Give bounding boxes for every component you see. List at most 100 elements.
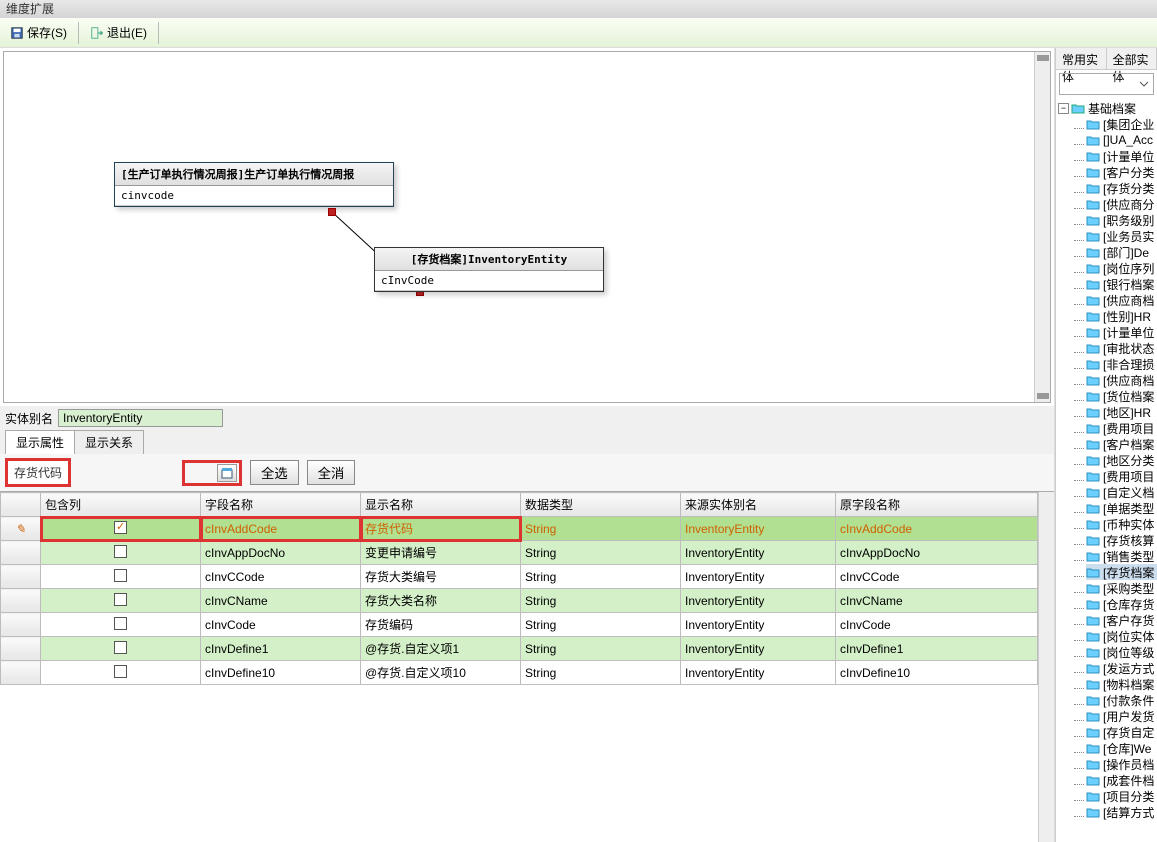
cell-field[interactable]: cInvDefine10 bbox=[201, 661, 361, 685]
save-button[interactable]: 保存(S) bbox=[4, 22, 73, 43]
cell-display[interactable]: @存货.自定义项1 bbox=[361, 637, 521, 661]
tree-item[interactable]: [自定义档 bbox=[1086, 484, 1157, 500]
cell-display[interactable]: 存货大类编号 bbox=[361, 565, 521, 589]
col-displayname[interactable]: 显示名称 bbox=[361, 493, 521, 517]
tree-item[interactable]: [岗位等级 bbox=[1086, 644, 1157, 660]
tree-item[interactable]: [客户分类 bbox=[1086, 164, 1157, 180]
tree-item[interactable]: [非合理损 bbox=[1086, 356, 1157, 372]
tree-item[interactable]: [岗位序列 bbox=[1086, 260, 1157, 276]
tree-item[interactable]: [发运方式 bbox=[1086, 660, 1157, 676]
tree-item[interactable]: [性别]HR bbox=[1086, 308, 1157, 324]
tree-item[interactable]: [仓库]We bbox=[1086, 740, 1157, 756]
tree-item[interactable]: [地区]HR bbox=[1086, 404, 1157, 420]
cell-field[interactable]: cInvAppDocNo bbox=[201, 541, 361, 565]
tab-attributes[interactable]: 显示属性 bbox=[5, 430, 75, 454]
canvas-scrollbar[interactable] bbox=[1034, 52, 1050, 402]
table-row[interactable]: cInvAppDocNo 变更申请编号 String InventoryEnti… bbox=[1, 541, 1038, 565]
col-datatype[interactable]: 数据类型 bbox=[521, 493, 681, 517]
tree-item[interactable]: [部门]De bbox=[1086, 244, 1157, 260]
entity-box-inventory[interactable]: [存货档案]InventoryEntity cInvCode bbox=[374, 247, 604, 292]
entity-search[interactable] bbox=[1059, 73, 1154, 95]
tree-item[interactable]: [客户存货 bbox=[1086, 612, 1157, 628]
tree-item[interactable]: [结算方式 bbox=[1086, 804, 1157, 820]
tree-item[interactable]: [币种实体 bbox=[1086, 516, 1157, 532]
tree-item[interactable]: [集团企业 bbox=[1086, 116, 1157, 132]
cell-source: InventoryEntity bbox=[681, 637, 836, 661]
cell-display[interactable]: 变更申请编号 bbox=[361, 541, 521, 565]
tree-root[interactable]: − 基础档案 bbox=[1058, 100, 1157, 116]
tree-item[interactable]: [计量单位 bbox=[1086, 324, 1157, 340]
collapse-icon[interactable]: − bbox=[1058, 103, 1069, 114]
tab-common-entities[interactable]: 常用实体 bbox=[1056, 48, 1107, 69]
select-none-button[interactable]: 全消 bbox=[307, 460, 356, 485]
grid-scrollbar[interactable] bbox=[1038, 492, 1054, 842]
tree-item[interactable]: [岗位实体 bbox=[1086, 628, 1157, 644]
cell-display[interactable]: 存货大类名称 bbox=[361, 589, 521, 613]
tree-item[interactable]: [仓库存货 bbox=[1086, 596, 1157, 612]
cell-field[interactable]: cInvCCode bbox=[201, 565, 361, 589]
cell-display[interactable]: 存货代码 bbox=[361, 517, 521, 541]
tree-item[interactable]: [存货自定 bbox=[1086, 724, 1157, 740]
table-row[interactable]: cInvCode 存货编码 String InventoryEntity cIn… bbox=[1, 613, 1038, 637]
col-original[interactable]: 原字段名称 bbox=[836, 493, 1038, 517]
exit-button[interactable]: 退出(E) bbox=[84, 22, 153, 43]
tab-all-entities[interactable]: 全部实体 bbox=[1107, 48, 1157, 69]
tree-item[interactable]: [用户发货 bbox=[1086, 708, 1157, 724]
tree-item[interactable]: [供应商档 bbox=[1086, 292, 1157, 308]
include-checkbox[interactable] bbox=[114, 593, 127, 606]
tree-item[interactable]: [采购类型 bbox=[1086, 580, 1157, 596]
include-checkbox[interactable] bbox=[114, 569, 127, 582]
tree-item[interactable]: [存货分类 bbox=[1086, 180, 1157, 196]
alias-input[interactable] bbox=[58, 409, 223, 427]
table-row[interactable]: cInvCName 存货大类名称 String InventoryEntity … bbox=[1, 589, 1038, 613]
table-row[interactable]: cInvCCode 存货大类编号 String InventoryEntity … bbox=[1, 565, 1038, 589]
tab-relations[interactable]: 显示关系 bbox=[74, 430, 144, 454]
tree-item[interactable]: [银行档案 bbox=[1086, 276, 1157, 292]
tree-item[interactable]: [审批状态 bbox=[1086, 340, 1157, 356]
table-row[interactable]: cInvDefine10 @存货.自定义项10 String Inventory… bbox=[1, 661, 1038, 685]
tree-item[interactable]: [业务员实 bbox=[1086, 228, 1157, 244]
tree-item[interactable]: [项目分类 bbox=[1086, 788, 1157, 804]
table-row[interactable]: cInvDefine1 @存货.自定义项1 String InventoryEn… bbox=[1, 637, 1038, 661]
entity-box-report[interactable]: [生产订单执行情况周报]生产订单执行情况周报 cinvcode bbox=[114, 162, 394, 207]
tree-item[interactable]: [销售类型 bbox=[1086, 548, 1157, 564]
lookup-button[interactable] bbox=[217, 464, 237, 482]
tree-item[interactable]: [货位档案 bbox=[1086, 388, 1157, 404]
cell-field[interactable]: cInvCName bbox=[201, 589, 361, 613]
tree-item[interactable]: [存货档案 bbox=[1086, 564, 1157, 580]
tree-item[interactable]: [地区分类 bbox=[1086, 452, 1157, 468]
tree-item[interactable]: [付款条件 bbox=[1086, 692, 1157, 708]
tree-item[interactable]: []UA_Acc bbox=[1086, 132, 1157, 148]
include-checkbox[interactable] bbox=[114, 545, 127, 558]
include-checkbox[interactable] bbox=[114, 641, 127, 654]
select-all-button[interactable]: 全选 bbox=[250, 460, 299, 485]
entity-field: cInvCode bbox=[375, 271, 603, 291]
table-row[interactable]: ✎ cInvAddCode 存货代码 String InventoryEntit… bbox=[1, 517, 1038, 541]
col-source[interactable]: 来源实体别名 bbox=[681, 493, 836, 517]
cell-field[interactable]: cInvDefine1 bbox=[201, 637, 361, 661]
tree-item[interactable]: [单据类型 bbox=[1086, 500, 1157, 516]
tree-item[interactable]: [计量单位 bbox=[1086, 148, 1157, 164]
include-checkbox[interactable] bbox=[114, 665, 127, 678]
tree-item[interactable]: [成套件档 bbox=[1086, 772, 1157, 788]
tree-item[interactable]: [操作员档 bbox=[1086, 756, 1157, 772]
tree-item[interactable]: [客户档案 bbox=[1086, 436, 1157, 452]
col-include[interactable]: 包含列 bbox=[41, 493, 201, 517]
cell-display[interactable]: @存货.自定义项10 bbox=[361, 661, 521, 685]
tree-item[interactable]: [费用项目 bbox=[1086, 420, 1157, 436]
link-handle[interactable] bbox=[328, 208, 336, 216]
folder-icon bbox=[1086, 182, 1100, 194]
tree-item[interactable]: [物料档案 bbox=[1086, 676, 1157, 692]
diagram-canvas[interactable]: [生产订单执行情况周报]生产订单执行情况周报 cinvcode [存货档案]In… bbox=[4, 52, 1034, 402]
col-fieldname[interactable]: 字段名称 bbox=[201, 493, 361, 517]
include-checkbox[interactable] bbox=[114, 617, 127, 630]
tree-item[interactable]: [职务级别 bbox=[1086, 212, 1157, 228]
cell-field[interactable]: cInvAddCode bbox=[201, 517, 361, 541]
tree-item[interactable]: [费用项目 bbox=[1086, 468, 1157, 484]
tree-item[interactable]: [存货核算 bbox=[1086, 532, 1157, 548]
include-checkbox[interactable] bbox=[114, 521, 127, 534]
tree-item[interactable]: [供应商档 bbox=[1086, 372, 1157, 388]
tree-item[interactable]: [供应商分 bbox=[1086, 196, 1157, 212]
cell-field[interactable]: cInvCode bbox=[201, 613, 361, 637]
cell-display[interactable]: 存货编码 bbox=[361, 613, 521, 637]
